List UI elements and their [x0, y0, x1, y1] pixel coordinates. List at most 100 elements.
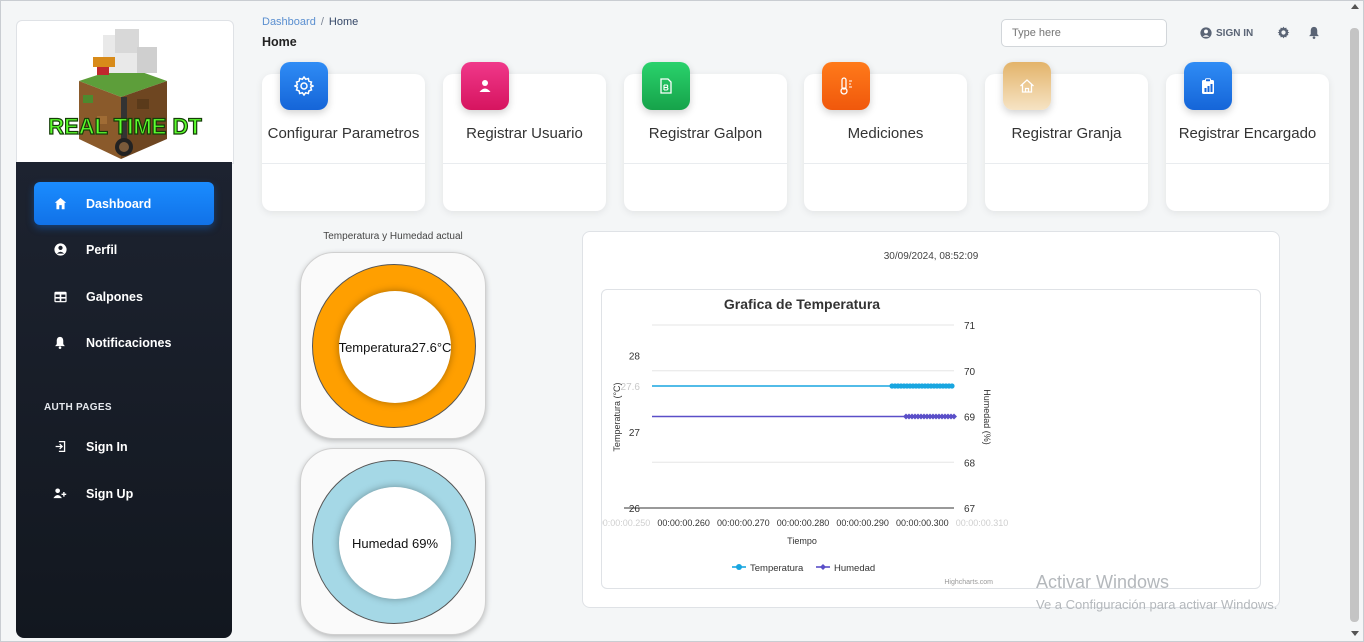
card-configurar-parametros[interactable]: Configurar Parametros	[262, 62, 425, 211]
sign-in-link[interactable]: SIGN IN	[1200, 27, 1253, 39]
card-divider	[624, 163, 787, 164]
card-divider	[1166, 163, 1329, 164]
card-registrar-encargado[interactable]: Registrar Encargado	[1166, 62, 1329, 211]
scrollbar-thumb[interactable]	[1350, 28, 1359, 622]
document-icon	[642, 62, 690, 110]
sign-in-label: SIGN IN	[1216, 27, 1254, 39]
x-tick-label: 00:00:00.270	[717, 518, 770, 528]
timestamp: 30/09/2024, 08:52:09	[883, 251, 979, 262]
card-label: Registrar Encargado	[1178, 125, 1317, 142]
y-tick-label-left: 27.6	[621, 382, 641, 393]
card-mediciones[interactable]: Mediciones	[804, 62, 967, 211]
clipboard-chart-icon	[1184, 62, 1232, 110]
y-tick-label-left: 26	[629, 504, 641, 515]
sidebar-item-notificaciones[interactable]: Notificaciones	[34, 321, 214, 364]
house-icon	[1003, 62, 1051, 110]
x-tick-label: 00:00:00.300	[896, 518, 949, 528]
chart-title: Grafica de Temperatura	[724, 296, 880, 312]
section-title-auth-pages: AUTH PAGES	[44, 402, 112, 413]
y-axis-title-left: Temperatura (°C)	[612, 382, 622, 451]
temperature-gauge-card: Temperatura27.6°C	[300, 252, 486, 439]
breadcrumb-separator: /	[320, 16, 324, 28]
card-label: Registrar Galpon	[648, 125, 763, 142]
legend-marker	[736, 564, 742, 570]
sidebar-item-perfil[interactable]: Perfil	[34, 228, 214, 271]
y-tick-label-right: 69	[964, 413, 976, 424]
user-circle-icon	[1200, 27, 1212, 39]
humidity-gauge-card: Humedad 69%	[300, 448, 486, 635]
breadcrumb: Dashboard / Home	[262, 16, 358, 28]
card-registrar-galpon[interactable]: Registrar Galpon	[624, 62, 787, 211]
sidebar-item-sign-up[interactable]: Sign Up	[34, 472, 214, 515]
app-logo: REAL TIME DT	[48, 29, 203, 159]
humidity-gauge-value: Humedad 69%	[339, 487, 451, 599]
card-divider	[804, 163, 967, 164]
sidebar-item-label: Sign In	[86, 439, 128, 454]
temperature-gauge-value: Temperatura27.6°C	[339, 291, 451, 403]
sidebar: Dashboard Perfil Galpones Notificaciones…	[16, 162, 232, 638]
card-divider	[443, 163, 606, 164]
gear-icon[interactable]	[1277, 26, 1290, 44]
thermometer-icon	[822, 62, 870, 110]
sidebar-item-galpones[interactable]: Galpones	[34, 275, 214, 318]
search-input[interactable]	[1002, 20, 1172, 46]
y-tick-label-right: 71	[964, 321, 976, 332]
card-divider	[262, 163, 425, 164]
user-circle-icon	[52, 242, 68, 258]
bell-icon[interactable]	[1308, 26, 1320, 44]
watermark-subtitle: Ve a Configuración para activar Windows.	[1036, 597, 1278, 612]
chart-panel: 30/09/2024, 08:52:09 Grafica de Temperat…	[582, 231, 1280, 608]
page-title: Home	[262, 35, 297, 49]
data-point	[949, 383, 955, 389]
logo-card[interactable]: REAL TIME DT	[16, 20, 234, 164]
sign-in-icon	[52, 439, 68, 455]
user-icon	[461, 62, 509, 110]
x-tick-label: 00:00:00.280	[777, 518, 830, 528]
humidity-gauge-ring: Humedad 69%	[312, 460, 476, 624]
gauges-title: Temperatura y Humedad actual	[323, 231, 463, 242]
card-registrar-granja[interactable]: Registrar Granja	[985, 62, 1148, 211]
x-tick-label: 00:00:00.250	[602, 518, 650, 528]
legend-label: Temperatura	[750, 563, 804, 574]
temperature-chart: Grafica de Temperatura 67 68 69 70 71 26 27 27.6…	[598, 296, 1009, 586]
x-tick-label: 00:00:00.290	[836, 518, 889, 528]
scroll-down-arrow-icon[interactable]	[1351, 631, 1359, 636]
sidebar-item-label: Perfil	[86, 242, 118, 257]
chart-credits: Highcharts.com	[944, 579, 993, 586]
card-label: Configurar Parametros	[267, 125, 420, 142]
sidebar-item-dashboard[interactable]: Dashboard	[34, 182, 214, 225]
search-box	[1001, 19, 1172, 47]
card-label: Registrar Granja	[1011, 125, 1122, 142]
gear-icon	[280, 62, 328, 110]
y-tick-label-right: 70	[964, 367, 976, 378]
card-label: Mediciones	[847, 125, 924, 142]
sidebar-item-label: Dashboard	[86, 196, 152, 211]
user-plus-icon	[52, 486, 68, 502]
chart-container: Grafica de Temperatura 67 68 69 70 71 26 27 27.6…	[598, 289, 1261, 589]
watermark-title: Activar Windows	[1036, 572, 1170, 592]
breadcrumb-current: Home	[328, 16, 359, 28]
sidebar-item-label: Sign Up	[86, 486, 134, 501]
sidebar-item-sign-in[interactable]: Sign In	[34, 425, 214, 468]
y-tick-label-left: 27	[629, 428, 641, 439]
scroll-up-arrow-icon[interactable]	[1351, 4, 1359, 9]
breadcrumb-parent-link[interactable]: Dashboard	[262, 16, 316, 28]
legend-marker	[820, 564, 826, 570]
table-icon	[52, 289, 68, 305]
y-tick-label-left: 28	[629, 352, 641, 363]
y-axis-title-right: Humedad (%)	[982, 389, 992, 445]
home-icon	[52, 196, 68, 212]
x-axis-title: Tiempo	[787, 536, 817, 546]
y-tick-label-right: 68	[964, 458, 976, 469]
temperature-gauge-ring: Temperatura27.6°C	[312, 264, 476, 428]
data-point	[951, 413, 957, 420]
x-tick-label: 00:00:00.260	[657, 518, 710, 528]
sidebar-item-label: Notificaciones	[86, 335, 172, 350]
legend-label: Humedad	[834, 563, 875, 574]
card-divider	[985, 163, 1148, 164]
logo-text: REAL TIME DT	[48, 114, 202, 139]
card-registrar-usuario[interactable]: Registrar Usuario	[443, 62, 606, 211]
bell-icon	[52, 335, 68, 351]
x-tick-label: 00:00:00.310	[956, 518, 1009, 528]
card-label: Registrar Usuario	[466, 125, 583, 142]
